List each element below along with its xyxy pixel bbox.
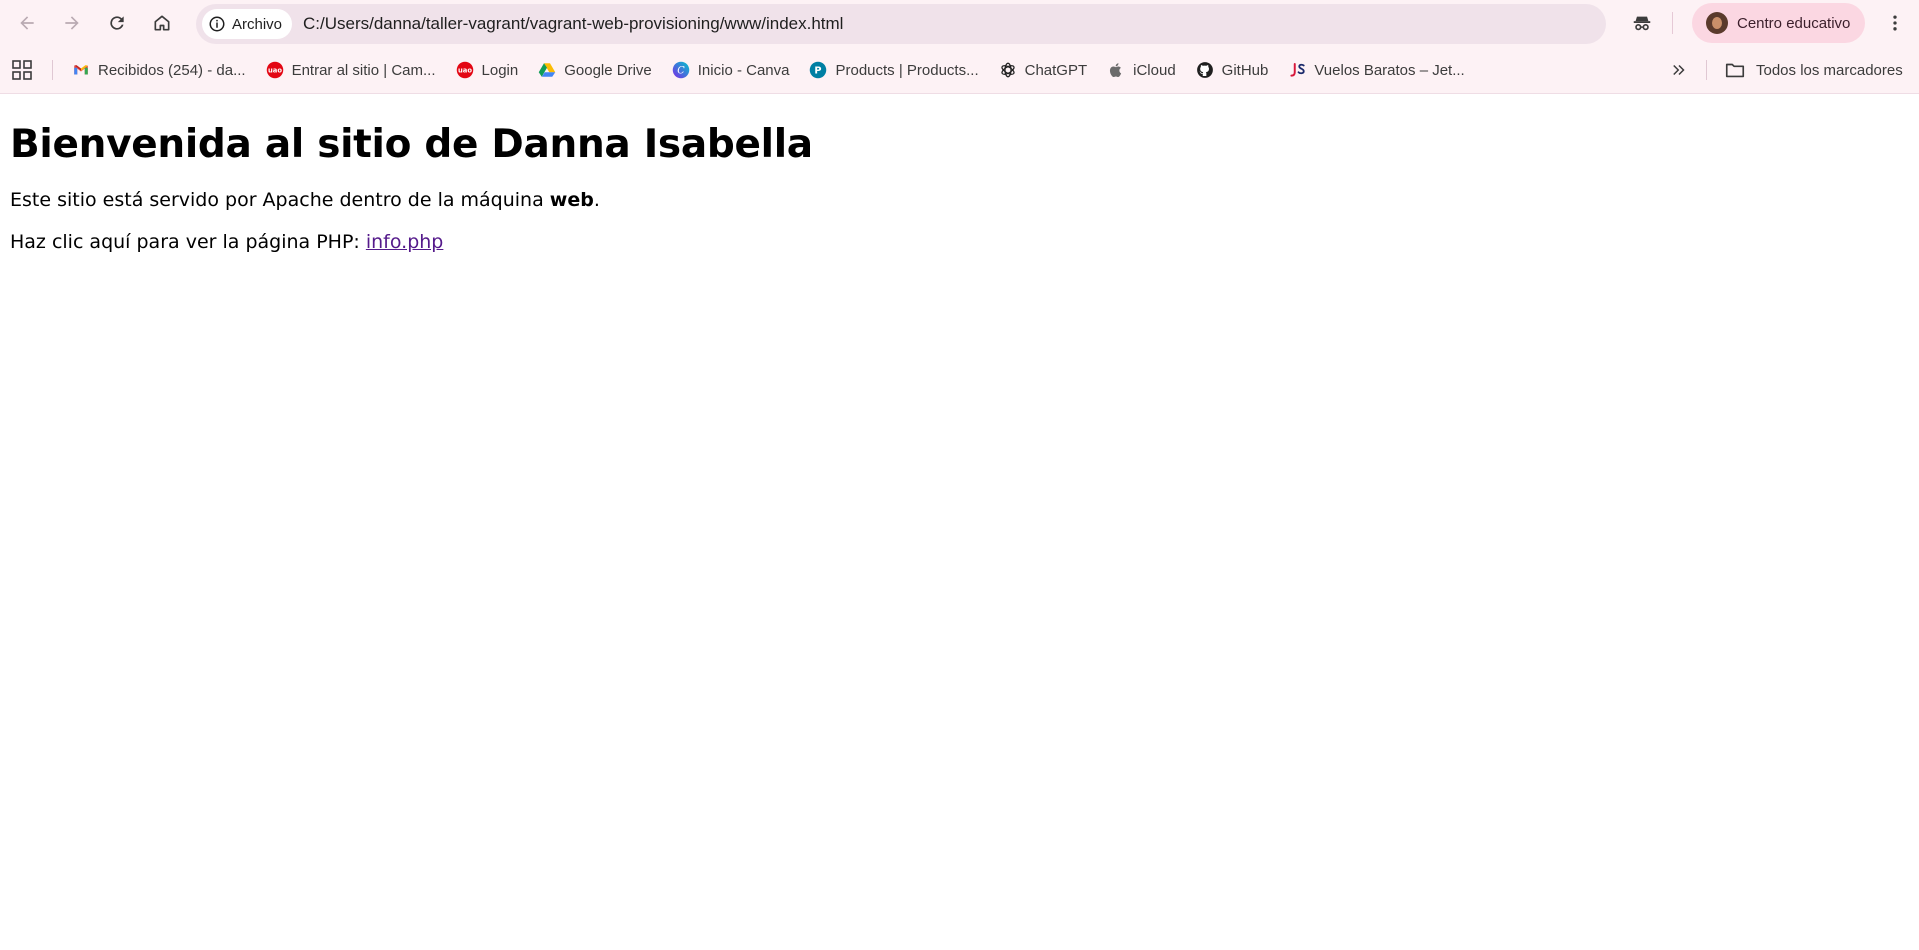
canva-icon: C <box>672 61 690 79</box>
back-button[interactable] <box>10 6 44 40</box>
uao-icon: uao <box>266 61 284 79</box>
incognito-icon <box>1633 16 1651 31</box>
avatar <box>1706 12 1728 34</box>
bookmark-github[interactable]: GitHub <box>1186 54 1279 86</box>
bookmark-gmail[interactable]: Recibidos (254) - da... <box>62 54 256 86</box>
bookmark-label: Vuelos Baratos – Jet... <box>1314 61 1465 79</box>
site-chip-label: Archivo <box>232 15 283 33</box>
toolbar-divider <box>1672 12 1673 34</box>
bookmark-campus[interactable]: uao Entrar al sitio | Cam... <box>256 54 446 86</box>
uao-icon: uao <box>456 61 474 79</box>
apple-icon <box>1107 61 1125 79</box>
github-icon <box>1196 61 1214 79</box>
bookmark-login[interactable]: uao Login <box>446 54 529 86</box>
info-php-link[interactable]: info.php <box>366 231 444 253</box>
forward-button[interactable] <box>55 6 89 40</box>
bookmarks-bar: Recibidos (254) - da... uao Entrar al si… <box>0 46 1919 94</box>
svg-text:C: C <box>677 65 685 76</box>
bookmark-chatgpt[interactable]: ChatGPT <box>989 54 1098 86</box>
bookmarks-divider <box>1706 60 1707 80</box>
php-link-line: Haz clic aquí para ver la página PHP: in… <box>10 231 1900 253</box>
bookmark-jetsmart[interactable]: Vuelos Baratos – Jet... <box>1278 54 1474 86</box>
more-bookmarks-button[interactable] <box>1665 56 1693 84</box>
extension-button[interactable] <box>1625 6 1659 40</box>
bookmark-label: Login <box>481 61 519 79</box>
all-bookmarks-button[interactable]: Todos los marcadores <box>1724 54 1903 86</box>
machine-name: web <box>549 189 594 211</box>
bookmark-pearson[interactable]: P Products | Products... <box>799 54 988 86</box>
url-text[interactable]: C:/Users/danna/taller-vagrant/vagrant-we… <box>303 14 843 34</box>
browser-toolbar: Archivo C:/Users/danna/taller-vagrant/va… <box>0 0 1919 46</box>
bookmark-icloud[interactable]: iCloud <box>1097 54 1186 86</box>
jetsmart-icon <box>1288 61 1306 79</box>
gmail-icon <box>72 61 90 79</box>
folder-icon <box>1725 63 1745 78</box>
all-bookmarks-label: Todos los marcadores <box>1756 61 1903 79</box>
bookmark-label: iCloud <box>1133 61 1176 79</box>
arrow-left-icon <box>20 16 34 30</box>
bookmark-label: Google Drive <box>564 61 652 79</box>
double-chevron-right-icon <box>1673 64 1685 76</box>
bookmark-label: Entrar al sitio | Cam... <box>291 61 436 79</box>
bookmark-list: Recibidos (254) - da... uao Entrar al si… <box>62 46 1475 94</box>
page-content: Bienvenida al sitio de Danna Isabella Es… <box>10 94 1900 253</box>
bookmark-canva[interactable]: C Inicio - Canva <box>662 54 800 86</box>
apache-description: Este sitio está servido por Apache dentr… <box>10 189 1900 211</box>
home-icon <box>154 15 170 31</box>
bookmark-google-drive[interactable]: Google Drive <box>528 54 662 86</box>
pearson-icon: P <box>809 61 827 79</box>
svg-text:uao: uao <box>458 67 472 75</box>
home-button[interactable] <box>145 6 179 40</box>
kebab-menu-icon <box>1893 15 1897 31</box>
description-punctuation: . <box>593 189 600 211</box>
svg-text:uao: uao <box>268 67 282 75</box>
bookmark-label: Products | Products... <box>835 61 979 79</box>
bookmark-label: ChatGPT <box>1024 61 1088 79</box>
php-link-prompt: Haz clic aquí para ver la página PHP: <box>10 231 366 253</box>
arrow-right-icon <box>65 16 79 30</box>
address-bar[interactable]: Archivo C:/Users/danna/taller-vagrant/va… <box>196 4 1781 44</box>
reload-button[interactable] <box>100 6 134 40</box>
profile-button[interactable]: Centro educativo <box>1692 3 1865 43</box>
bookmark-label: GitHub <box>1221 61 1269 79</box>
google-drive-icon <box>538 61 556 79</box>
apps-grid-icon[interactable] <box>12 60 32 80</box>
bookmark-label: Inicio - Canva <box>697 61 790 79</box>
site-info-chip[interactable]: Archivo <box>202 9 293 39</box>
browser-menu-button[interactable] <box>1878 6 1912 40</box>
profile-label: Centro educativo <box>1737 14 1851 32</box>
svg-text:P: P <box>815 65 822 76</box>
info-icon <box>209 16 225 32</box>
chatgpt-icon <box>999 61 1017 79</box>
description-text: Este sitio está servido por Apache dentr… <box>10 189 550 211</box>
reload-icon <box>110 16 124 30</box>
bookmark-label: Recibidos (254) - da... <box>98 61 246 79</box>
page-title: Bienvenida al sitio de Danna Isabella <box>10 122 813 167</box>
bookmarks-divider <box>52 60 53 80</box>
